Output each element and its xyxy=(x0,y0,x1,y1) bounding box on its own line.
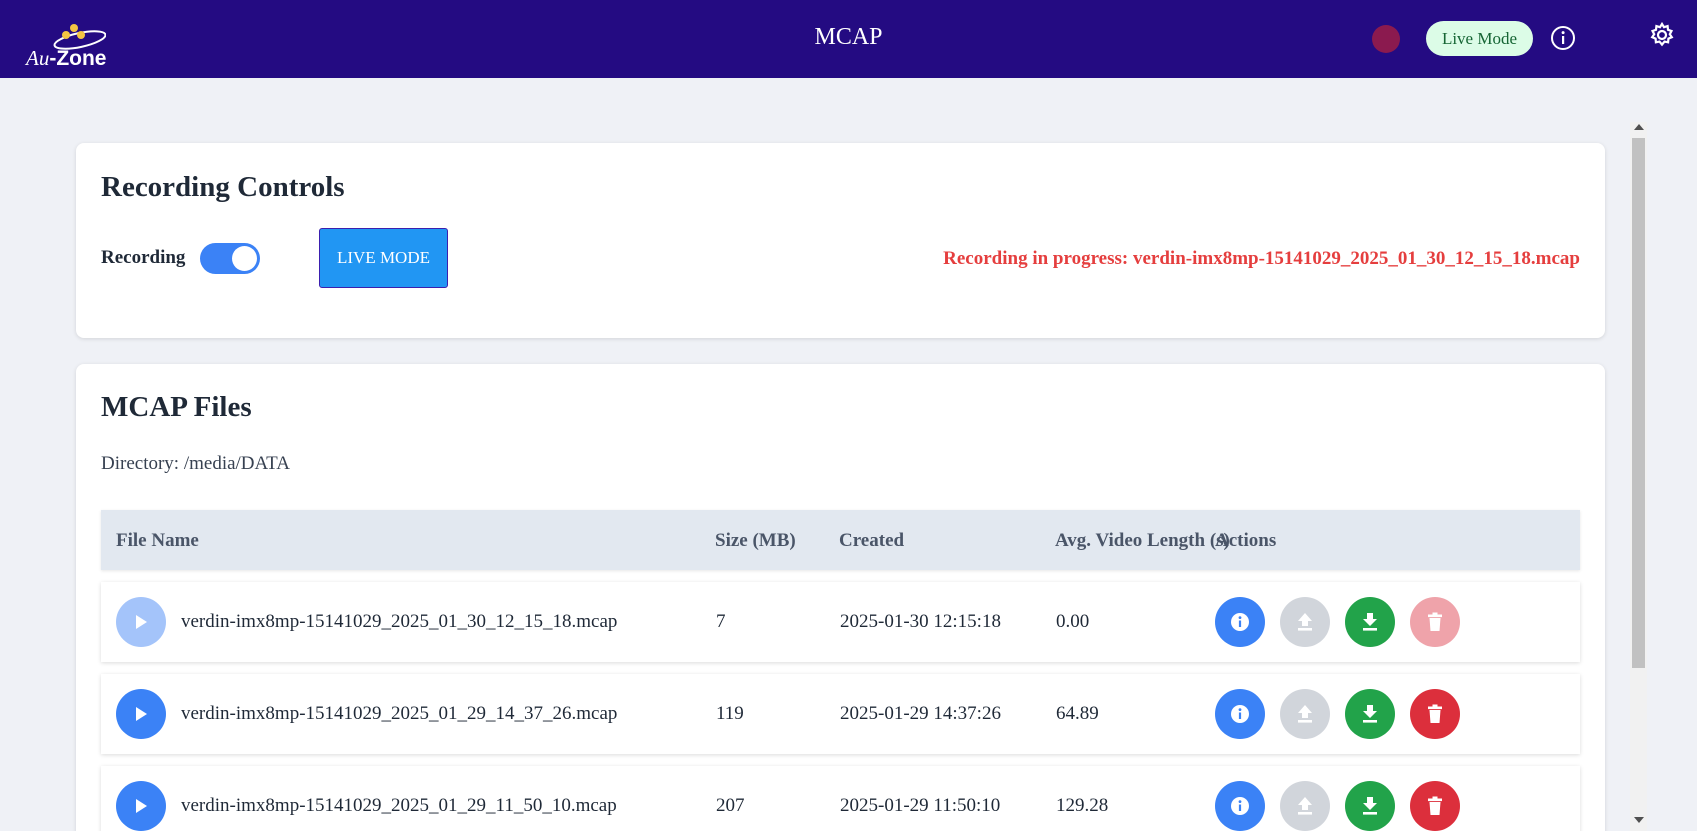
download-button[interactable] xyxy=(1345,597,1395,647)
play-icon xyxy=(136,615,147,629)
file-size: 207 xyxy=(716,795,745,816)
play-icon xyxy=(136,799,147,813)
recording-indicator xyxy=(1372,25,1400,53)
file-avg-video-length: 0.00 xyxy=(1056,611,1090,632)
table-row: verdin-imx8mp-15141029_2025_01_29_11_50_… xyxy=(101,766,1580,831)
file-name: verdin-imx8mp-15141029_2025_01_29_11_50_… xyxy=(181,795,617,816)
info-icon xyxy=(1231,705,1249,723)
file-name: verdin-imx8mp-15141029_2025_01_30_12_15_… xyxy=(181,611,618,632)
scrollbar-thumb[interactable] xyxy=(1632,138,1645,668)
file-avg-video-length: 64.89 xyxy=(1056,703,1099,724)
gear-icon[interactable] xyxy=(1648,21,1676,54)
file-size: 119 xyxy=(716,703,744,724)
file-created: 2025-01-29 11:50:10 xyxy=(840,795,1001,816)
column-header-file-name[interactable]: File Name xyxy=(116,530,199,552)
download-button[interactable] xyxy=(1345,781,1395,831)
column-header-avg-video-length[interactable]: Avg. Video Length (s) xyxy=(1055,530,1230,552)
trash-icon xyxy=(1428,612,1442,631)
file-info-button[interactable] xyxy=(1215,689,1265,739)
file-created: 2025-01-29 14:37:26 xyxy=(840,703,1001,724)
upload-button[interactable] xyxy=(1280,689,1330,739)
info-icon xyxy=(1231,797,1249,815)
download-icon xyxy=(1363,613,1377,631)
column-header-created[interactable]: Created xyxy=(839,530,904,552)
delete-button[interactable] xyxy=(1410,597,1460,647)
scroll-up-arrow-icon[interactable] xyxy=(1634,124,1644,130)
file-info-button[interactable] xyxy=(1215,597,1265,647)
mcap-files-card: MCAP Files Directory: /media/DATA File N… xyxy=(76,364,1605,831)
table-row: verdin-imx8mp-15141029_2025_01_30_12_15_… xyxy=(101,582,1580,662)
column-header-size[interactable]: Size (MB) xyxy=(715,530,796,552)
table-header: File Name Size (MB) Created Avg. Video L… xyxy=(101,510,1580,570)
table-row: verdin-imx8mp-15141029_2025_01_29_14_37_… xyxy=(101,674,1580,754)
play-button[interactable] xyxy=(116,689,166,739)
upload-icon xyxy=(1298,613,1312,631)
file-created: 2025-01-30 12:15:18 xyxy=(840,611,1001,632)
file-size: 7 xyxy=(716,611,726,632)
upload-button[interactable] xyxy=(1280,597,1330,647)
upload-icon xyxy=(1298,797,1312,815)
trash-icon xyxy=(1428,704,1442,723)
recording-toggle[interactable] xyxy=(200,243,260,274)
delete-button[interactable] xyxy=(1410,781,1460,831)
play-icon xyxy=(136,707,147,721)
toggle-knob xyxy=(232,246,257,271)
delete-button[interactable] xyxy=(1410,689,1460,739)
recording-label: Recording xyxy=(101,247,186,268)
file-info-button[interactable] xyxy=(1215,781,1265,831)
trash-icon xyxy=(1428,796,1442,815)
live-mode-button[interactable]: LIVE MODE xyxy=(319,228,448,288)
info-icon xyxy=(1231,613,1249,631)
directory-path: Directory: /media/DATA xyxy=(101,453,290,474)
top-bar: Au-Zone MCAP Live Mode xyxy=(0,0,1697,78)
download-icon xyxy=(1363,797,1377,815)
mcap-files-title: MCAP Files xyxy=(101,391,252,423)
info-icon[interactable] xyxy=(1550,25,1576,56)
scroll-down-arrow-icon[interactable] xyxy=(1634,817,1644,823)
play-button[interactable] xyxy=(116,781,166,831)
file-name: verdin-imx8mp-15141029_2025_01_29_14_37_… xyxy=(181,703,618,724)
recording-controls-title: Recording Controls xyxy=(101,171,345,203)
upload-button[interactable] xyxy=(1280,781,1330,831)
recording-status: Recording in progress: verdin-imx8mp-151… xyxy=(943,248,1580,269)
upload-icon xyxy=(1298,705,1312,723)
file-avg-video-length: 129.28 xyxy=(1056,795,1109,816)
recording-controls-card: Recording Controls Recording LIVE MODE R… xyxy=(76,143,1605,338)
download-button[interactable] xyxy=(1345,689,1395,739)
live-mode-badge: Live Mode xyxy=(1426,21,1533,56)
column-header-actions: Actions xyxy=(1215,530,1277,551)
play-button[interactable] xyxy=(116,597,166,647)
download-icon xyxy=(1363,705,1377,723)
